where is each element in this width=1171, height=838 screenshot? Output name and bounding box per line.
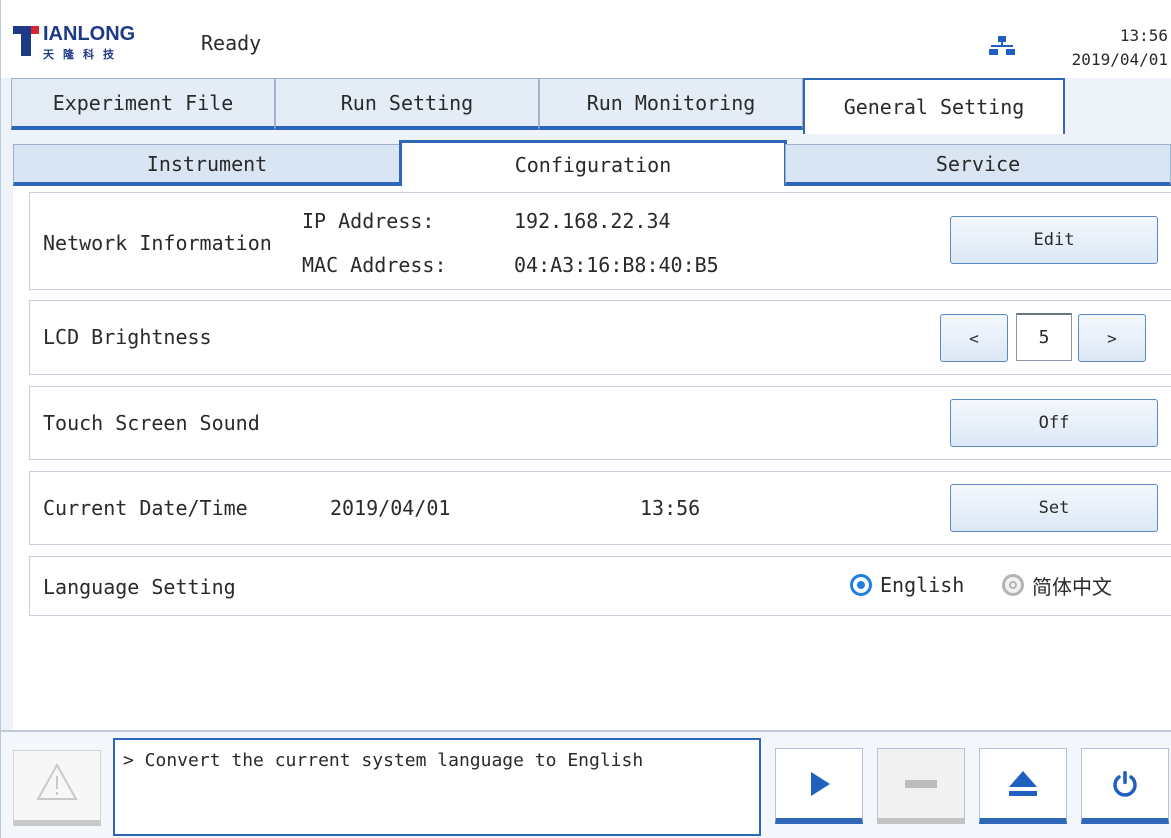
status-text: Ready bbox=[201, 31, 262, 55]
tab-run-setting[interactable]: Run Setting bbox=[275, 78, 539, 130]
brightness-label: LCD Brightness bbox=[43, 325, 212, 349]
configuration-panel: Network Information IP Address: 192.168.… bbox=[13, 186, 1171, 730]
language-options: English 简体中文 bbox=[850, 571, 1170, 601]
eject-button[interactable] bbox=[979, 748, 1067, 824]
chinese-radio[interactable] bbox=[1002, 574, 1024, 596]
edit-network-button[interactable]: Edit bbox=[950, 216, 1158, 264]
network-row: Network Information IP Address: 192.168.… bbox=[29, 192, 1171, 290]
ip-value: 192.168.22.34 bbox=[514, 209, 671, 233]
brightness-value: 5 bbox=[1016, 313, 1072, 361]
ip-label: IP Address: bbox=[302, 209, 435, 233]
logo-text: IANLONG bbox=[43, 23, 136, 45]
chinese-label[interactable]: 简体中文 bbox=[1032, 571, 1112, 600]
english-radio[interactable] bbox=[850, 574, 872, 596]
brightness-decrease-button[interactable]: < bbox=[940, 314, 1008, 362]
logo-mark-icon bbox=[13, 26, 39, 56]
power-button[interactable] bbox=[1081, 748, 1169, 824]
mac-label: MAC Address: bbox=[302, 253, 447, 277]
tab-general-setting[interactable]: General Setting bbox=[803, 78, 1065, 134]
logo-subtitle: 天隆科技 bbox=[43, 48, 123, 61]
sound-label: Touch Screen Sound bbox=[43, 411, 260, 435]
current-date: 2019/04/01 bbox=[330, 496, 451, 520]
mac-value: 04:A3:16:B8:40:B5 bbox=[514, 253, 719, 277]
set-datetime-button[interactable]: Set bbox=[950, 484, 1158, 532]
app-window: IANLONG 天隆科技 Ready 13:56 2019/04/01 Expe… bbox=[0, 0, 1171, 838]
clock-time: 13:56 bbox=[1119, 26, 1168, 45]
english-label[interactable]: English bbox=[880, 573, 964, 597]
tab-experiment-file[interactable]: Experiment File bbox=[11, 78, 275, 130]
stop-button[interactable] bbox=[877, 748, 965, 824]
subtab-configuration[interactable]: Configuration bbox=[399, 140, 787, 186]
eject-icon bbox=[1009, 770, 1037, 796]
subtab-instrument[interactable]: Instrument bbox=[13, 144, 401, 186]
tab-run-monitoring[interactable]: Run Monitoring bbox=[539, 78, 803, 130]
play-button[interactable] bbox=[775, 748, 863, 824]
brightness-row: LCD Brightness < 5 > bbox=[29, 300, 1171, 375]
clock: 13:56 2019/04/01 bbox=[1072, 24, 1168, 72]
brightness-increase-button[interactable]: > bbox=[1078, 314, 1146, 362]
main-tab-bar: Experiment File Run Setting Run Monitori… bbox=[11, 78, 1171, 134]
datetime-label: Current Date/Time bbox=[43, 496, 248, 520]
footer-bar: > Convert the current system language to… bbox=[1, 730, 1171, 838]
header-bar: IANLONG 天隆科技 Ready 13:56 2019/04/01 bbox=[1, 0, 1171, 78]
sub-tab-bar: Instrument Configuration Service bbox=[13, 140, 1171, 186]
warning-button bbox=[13, 750, 101, 826]
language-row: Language Setting English 简体中文 bbox=[29, 556, 1171, 616]
warning-icon bbox=[36, 762, 78, 800]
current-time: 13:56 bbox=[640, 496, 701, 520]
subtab-service[interactable]: Service bbox=[785, 144, 1171, 186]
network-label: Network Information bbox=[43, 231, 272, 255]
message-box: > Convert the current system language to… bbox=[113, 738, 761, 836]
sound-toggle-button[interactable]: Off bbox=[950, 399, 1158, 447]
language-label: Language Setting bbox=[43, 575, 236, 599]
stop-icon bbox=[905, 779, 937, 788]
power-icon bbox=[1113, 770, 1137, 797]
sound-row: Touch Screen Sound Off bbox=[29, 386, 1171, 460]
network-icon bbox=[989, 36, 1015, 55]
play-icon bbox=[811, 771, 830, 796]
clock-date: 2019/04/01 bbox=[1071, 50, 1168, 69]
company-logo: IANLONG 天隆科技 bbox=[13, 22, 183, 62]
datetime-row: Current Date/Time 2019/04/01 13:56 Set bbox=[29, 471, 1171, 545]
